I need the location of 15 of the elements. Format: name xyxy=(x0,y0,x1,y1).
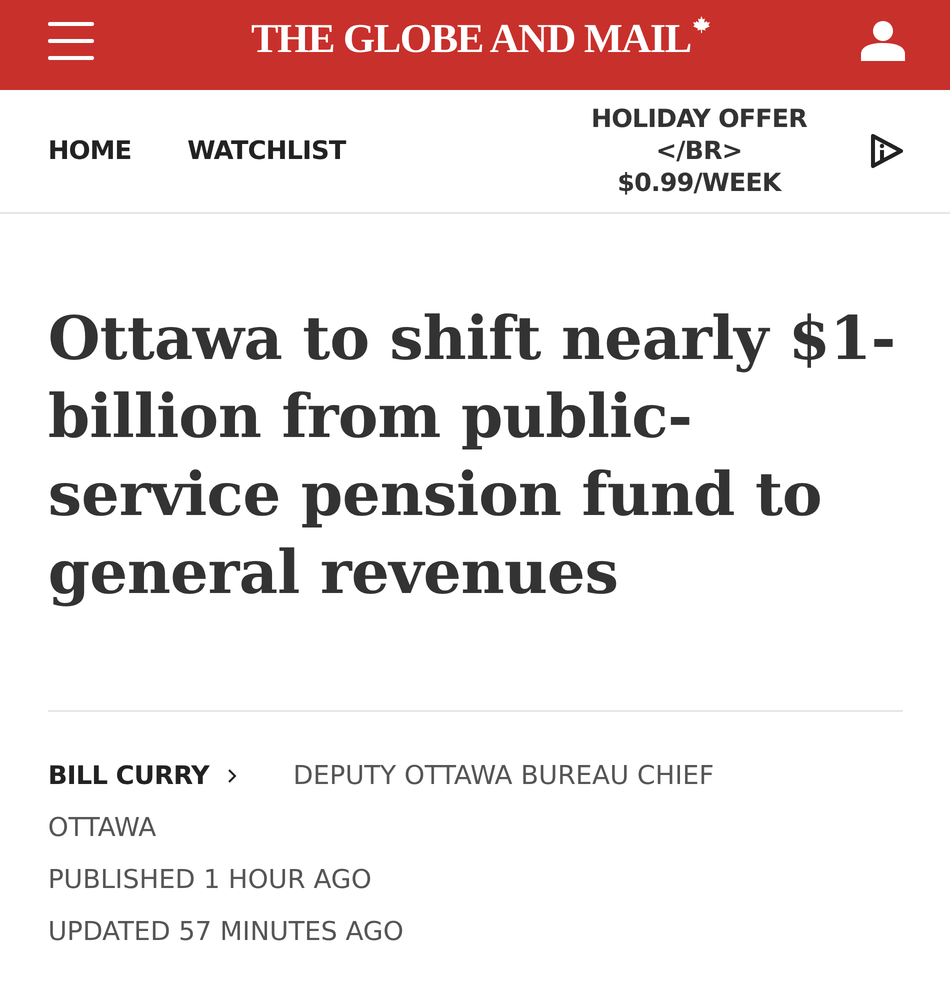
published-time: PUBLISHED 1 HOUR AGO xyxy=(48,864,373,897)
maple-leaf-icon xyxy=(692,16,710,32)
user-icon[interactable] xyxy=(861,21,905,61)
site-logo[interactable]: THE GLOBE AND MAIL xyxy=(251,18,691,58)
article-headline: Ottawa to shift nearly $1-billion from public-service pension fund to general revenues xyxy=(48,303,896,610)
play-icon[interactable] xyxy=(869,133,905,169)
author-role: DEPUTY OTTAWA BUREAU CHIEF xyxy=(293,761,714,791)
article-location: OTTAWA xyxy=(48,812,158,845)
nav-link[interactable]: HOME xyxy=(48,136,132,166)
nav-link[interactable]: WATCHLIST xyxy=(187,136,346,166)
holiday-offer-link[interactable]: HOLIDAY OFFER </BR> $0.99/WEEK xyxy=(591,103,807,199)
author-link[interactable]: BILL CURRY xyxy=(48,761,210,791)
menu-icon[interactable] xyxy=(48,21,94,61)
updated-time: UPDATED 57 MINUTES AGO xyxy=(48,916,405,949)
chevron-icon[interactable] xyxy=(227,768,238,784)
